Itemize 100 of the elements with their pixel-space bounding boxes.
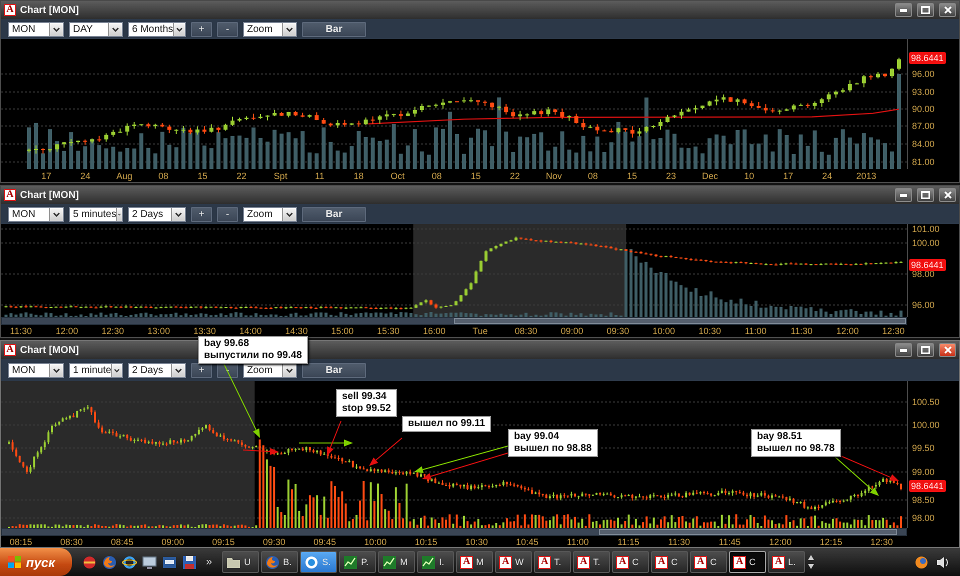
zoom-mode-dropdown[interactable]: Zoom — [243, 206, 297, 222]
time-label: 12:00 — [56, 326, 78, 336]
time-label: 15 — [197, 170, 208, 180]
chart-icon — [382, 554, 398, 570]
browser-icon[interactable] — [914, 554, 929, 570]
window-title: Chart [MON] — [20, 4, 79, 16]
taskbar-button[interactable]: A C — [690, 551, 728, 573]
symbol-dropdown[interactable]: MON — [8, 362, 64, 378]
close-button[interactable] — [939, 3, 956, 17]
minimize-icon — [900, 194, 907, 196]
callout-text: вышел по 98.88 — [514, 443, 592, 455]
time-label: 09:15 — [212, 536, 235, 546]
app-logo: A — [460, 556, 474, 568]
zoom-out-button[interactable]: - — [217, 22, 238, 36]
symbol-dropdown[interactable]: MON — [8, 206, 64, 222]
time-label: 17 — [783, 170, 794, 180]
symbol-dropdown[interactable]: MON — [8, 22, 64, 36]
interval-dropdown[interactable]: 5 minutes — [69, 206, 123, 222]
range-dropdown[interactable]: 2 Days — [128, 362, 186, 378]
scroll-arrows-icon[interactable] — [807, 553, 816, 571]
minimize-button[interactable] — [895, 188, 912, 202]
taskbar-button[interactable]: I. — [417, 551, 454, 573]
maximize-button[interactable] — [917, 188, 934, 202]
time-label: 08 — [588, 170, 598, 180]
scrollbar[interactable] — [1, 317, 907, 325]
caret-icon — [116, 208, 122, 220]
time-label: 08 — [432, 170, 442, 180]
app-logo: A — [499, 556, 512, 568]
bar-button[interactable]: Bar — [302, 362, 366, 378]
time-label: 10 — [744, 170, 754, 180]
maximize-button[interactable] — [917, 343, 934, 357]
time-label: 22 — [510, 170, 520, 180]
price-label: 87.00 — [912, 121, 935, 131]
taskbar-button[interactable]: A T. — [534, 551, 572, 573]
zoom-mode-dropdown[interactable]: Zoom — [243, 22, 297, 36]
taskbar-button[interactable]: A C — [729, 551, 766, 573]
zoom-in-button[interactable]: + — [191, 206, 212, 222]
callout-text: выпустили по 99.48 — [204, 350, 302, 362]
caret-icon — [49, 208, 63, 220]
close-icon — [944, 346, 952, 354]
taskbar-button[interactable]: A C — [612, 551, 650, 573]
scrollbar[interactable] — [1, 528, 907, 536]
taskbar-button[interactable]: P. — [339, 551, 376, 573]
taskbar-button[interactable]: M — [378, 551, 416, 573]
chart-icon — [421, 554, 436, 570]
more-button[interactable]: » — [202, 556, 216, 568]
taskbar-button[interactable]: U — [222, 551, 260, 573]
price-label: 98.50 — [912, 495, 935, 505]
time-label: Oct — [390, 170, 405, 180]
zoom-in-button[interactable]: + — [191, 22, 212, 36]
close-button[interactable] — [939, 188, 956, 202]
browser-icon[interactable] — [102, 554, 117, 570]
taskbar-button[interactable]: A W — [495, 551, 532, 573]
ball-icon[interactable] — [82, 554, 97, 570]
close-button[interactable] — [939, 343, 956, 357]
time-label: 12:30 — [882, 326, 905, 336]
interval-dropdown[interactable]: DAY — [69, 22, 123, 36]
caret-icon — [282, 22, 296, 36]
caret-icon — [108, 22, 122, 36]
taskbar-button[interactable]: A M — [456, 551, 494, 573]
price-label: 100.00 — [912, 238, 940, 248]
bar-button[interactable]: Bar — [302, 206, 366, 222]
range-dropdown[interactable]: 6 Months — [128, 22, 186, 36]
minimize-icon — [900, 8, 907, 12]
callout-text: sell 99.34 — [342, 391, 388, 403]
zoom-out-button[interactable]: - — [217, 206, 238, 222]
time-label: 12:15 — [820, 536, 842, 546]
taskbar-button[interactable]: A L. — [768, 551, 806, 573]
app-logo: A — [4, 4, 16, 16]
interval-dropdown[interactable]: 1 minute — [69, 362, 123, 378]
price-label: 98.00 — [912, 513, 935, 523]
minimize-button[interactable] — [895, 343, 912, 357]
monitor-icon[interactable] — [142, 554, 157, 570]
app-icon[interactable] — [162, 554, 177, 570]
zoom-in-button[interactable]: + — [191, 362, 212, 378]
app-logo: A — [694, 556, 708, 568]
time-label: 15:30 — [377, 326, 400, 336]
callout-text: bay 99.04 — [514, 431, 560, 443]
time-label: 18 — [354, 170, 364, 180]
time-label: 24 — [80, 170, 90, 180]
time-label: 24 — [822, 170, 832, 180]
taskbar-button[interactable]: A T. — [573, 551, 610, 573]
time-label: 13:30 — [193, 326, 216, 336]
speaker-icon[interactable] — [935, 554, 950, 570]
time-label: 11:15 — [618, 536, 640, 546]
range-dropdown[interactable]: 2 Days — [128, 206, 186, 222]
bar-button[interactable]: Bar — [302, 22, 366, 36]
app-logo: A — [4, 189, 16, 201]
start-button[interactable]: пуск — [0, 548, 72, 576]
taskbar-button[interactable]: A C — [651, 551, 688, 573]
app-logo: A — [577, 556, 590, 568]
price-label: 90.00 — [912, 104, 935, 114]
time-label: 11:45 — [718, 536, 741, 546]
minimize-button[interactable] — [895, 3, 912, 17]
taskbar-button[interactable]: B. — [261, 551, 298, 573]
time-label: 11:30 — [10, 326, 32, 336]
maximize-icon — [921, 346, 930, 354]
time-label: 10:00 — [364, 536, 387, 546]
maximize-button[interactable] — [917, 3, 934, 17]
globe-icon[interactable] — [122, 554, 137, 570]
